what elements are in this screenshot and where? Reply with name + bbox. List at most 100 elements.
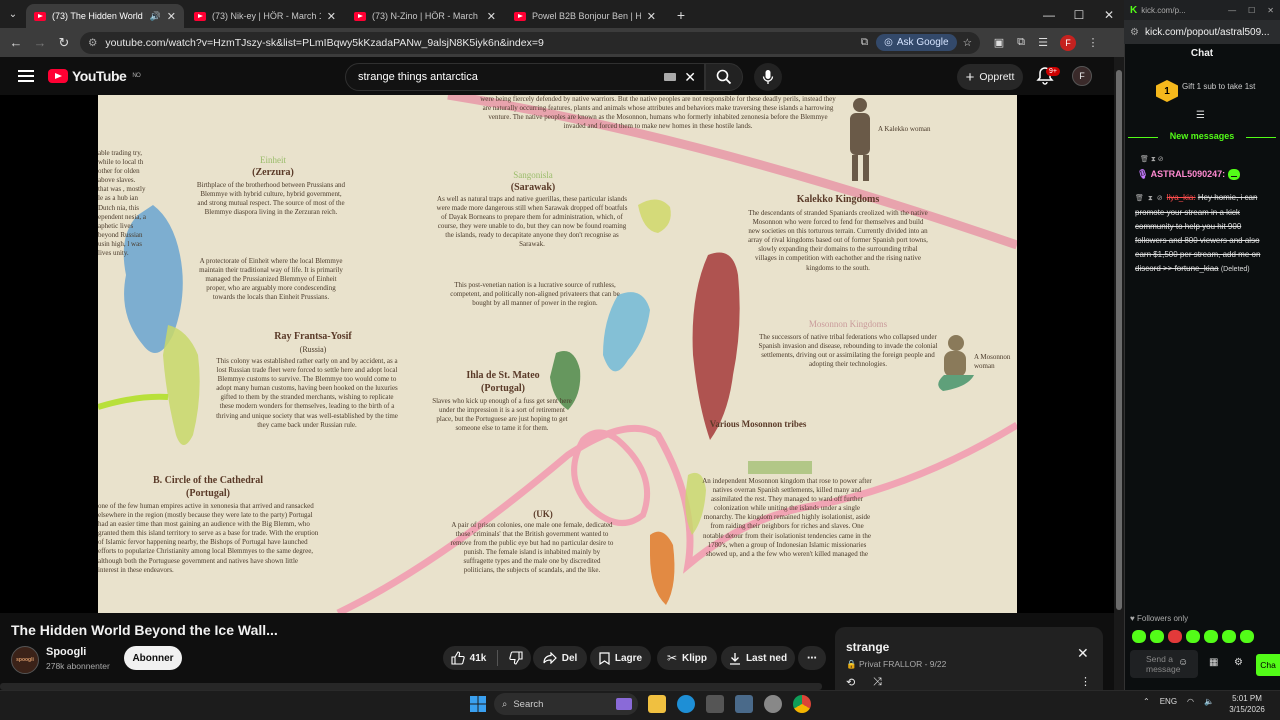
close-tab-icon[interactable]: ✕ [647, 10, 656, 23]
delete-icon[interactable]: 🗑 [1140, 156, 1149, 163]
chat-username[interactable]: ASTRAL5090247: [1151, 169, 1226, 179]
keyboard-icon[interactable] [664, 73, 677, 81]
tab-strip: ⌄ (73) The Hidden World Beyo🔊✕ (73) Nik-… [0, 0, 1124, 28]
back-icon[interactable]: ← [4, 35, 28, 50]
emote-icon[interactable] [1150, 630, 1164, 643]
ban-icon[interactable]: ⊘ [1158, 156, 1164, 163]
windows-start-icon[interactable] [470, 696, 486, 712]
browser-tab-1[interactable]: (73) The Hidden World Beyo🔊✕ [26, 4, 184, 28]
edge-browser-icon[interactable] [677, 695, 695, 713]
site-settings-icon[interactable]: ⚙ [1130, 27, 1139, 38]
ask-google-button[interactable]: ◎ Ask Google [876, 34, 957, 51]
share-button[interactable]: Del [533, 646, 587, 670]
loop-icon[interactable]: ⟲ [846, 676, 855, 689]
address-bar[interactable]: ⚙ youtube.com/watch?v=HzmTJszy-sk&list=P… [80, 31, 980, 54]
description-box-edge[interactable] [0, 683, 822, 690]
hamburger-menu-icon[interactable] [18, 67, 34, 85]
subscribe-button[interactable]: Abonner [124, 646, 182, 670]
delete-icon[interactable]: 🗑 [1135, 195, 1144, 202]
profile-avatar[interactable]: F [1060, 34, 1076, 51]
timeout-icon[interactable]: ⧗ [1148, 195, 1153, 202]
language-indicator[interactable]: ENG [1160, 697, 1177, 706]
minimize-button[interactable]: — [1034, 2, 1064, 28]
create-button[interactable]: + Opprett [957, 64, 1023, 90]
close-tab-icon[interactable]: ✕ [487, 10, 496, 23]
browser-toolbar: ← → ↻ ⚙ youtube.com/watch?v=HzmTJszy-sk&… [0, 28, 1124, 57]
tab-list-button[interactable]: ⌄ [0, 2, 26, 28]
shuffle-icon[interactable]: ⤨ [873, 676, 882, 689]
emote-icon[interactable] [1168, 630, 1182, 643]
app-icon[interactable] [764, 695, 782, 713]
more-actions-button[interactable]: ⋯ [798, 646, 826, 670]
map-paragraph-east: An independent Mosonnon kingdom that ros… [702, 477, 872, 558]
chat-calendar-icon[interactable]: ▦ [1209, 657, 1218, 668]
kick-maximize-button[interactable]: ☐ [1248, 6, 1255, 15]
channel-avatar[interactable]: spoogli [11, 646, 39, 674]
emote-icon[interactable] [1222, 630, 1236, 643]
account-avatar[interactable]: F [1072, 66, 1092, 86]
thumbs-down-icon [509, 651, 523, 665]
forward-icon[interactable]: → [28, 35, 52, 50]
close-window-button[interactable]: ✕ [1094, 2, 1124, 28]
video-title: The Hidden World Beyond the Ice Wall... [11, 622, 278, 638]
wifi-icon[interactable]: ◠ [1187, 697, 1194, 706]
tab-search-icon[interactable]: ▣ [988, 36, 1010, 49]
voice-search-button[interactable] [754, 63, 782, 91]
playlist-menu-icon[interactable]: ⋮ [1080, 675, 1091, 688]
taskbar-search[interactable]: ⌕ Search [494, 693, 638, 715]
emote-icon[interactable] [1186, 630, 1200, 643]
clip-button[interactable]: ✂ Klipp [657, 646, 717, 670]
ban-icon[interactable]: ⊘ [1157, 195, 1163, 202]
browser-tab-3[interactable]: (73) N-Zino | HÖR - March 16 /✕ [346, 4, 504, 28]
file-explorer-icon[interactable] [648, 695, 666, 713]
install-icon[interactable]: ⧉ [861, 36, 869, 49]
reload-icon[interactable]: ↻ [52, 35, 76, 51]
lock-icon: 🔒 [846, 659, 859, 669]
volume-icon[interactable]: 🔈 [1204, 697, 1214, 706]
close-playlist-icon[interactable]: ✕ [1077, 645, 1089, 662]
reading-list-icon[interactable]: ☰ [1032, 36, 1054, 49]
like-button[interactable]: 41k [451, 651, 486, 665]
browser-tab-2[interactable]: (73) Nik-ey | HÖR - March 16 /✕ [186, 4, 344, 28]
chrome-menu-icon[interactable]: ⋮ [1082, 36, 1104, 49]
new-tab-button[interactable]: + [666, 2, 696, 28]
tray-overflow-icon[interactable]: ⌃ [1143, 697, 1150, 706]
taskbar-clock[interactable]: 5:01 PM 3/15/2026 [1225, 693, 1269, 715]
kick-minimize-button[interactable]: — [1228, 6, 1236, 15]
search-input[interactable]: strange things antarctica ✕ [345, 63, 705, 91]
dislike-button[interactable] [509, 651, 523, 665]
bookmark-star-icon[interactable]: ☆ [963, 37, 972, 49]
chat-emote-picker-icon[interactable]: ☺ [1178, 657, 1188, 668]
chat-username[interactable]: liya_kia: [1167, 193, 1196, 202]
chat-send-button[interactable]: Cha [1256, 654, 1280, 676]
youtube-logo[interactable]: YouTube NO [48, 68, 141, 84]
emote-icon[interactable] [1240, 630, 1254, 643]
kick-close-button[interactable]: ✕ [1267, 6, 1274, 15]
extensions-icon[interactable]: ⧉ [1010, 36, 1032, 49]
close-tab-icon[interactable]: ✕ [167, 10, 176, 23]
page-scrollbar-thumb[interactable] [1116, 70, 1122, 610]
site-info-icon[interactable]: ⚙ [88, 37, 97, 49]
channel-name[interactable]: Spoogli [46, 646, 86, 658]
map-paragraph-sarawak: As well as natural traps and native guer… [436, 195, 628, 249]
kick-address-bar[interactable]: ⚙ kick.com/popout/astral509... [1124, 20, 1280, 44]
speaker-icon[interactable]: 🔊 [150, 11, 161, 22]
chat-settings-icon[interactable]: ⚙ [1234, 657, 1243, 668]
emote-icon[interactable] [1132, 630, 1146, 643]
emote-icon[interactable] [1204, 630, 1218, 643]
timeout-icon[interactable]: ⧗ [1151, 156, 1156, 163]
maximize-button[interactable]: ☐ [1064, 2, 1094, 28]
save-button[interactable]: Lagre [590, 646, 651, 670]
search-button[interactable] [705, 63, 743, 91]
app-icon[interactable] [706, 695, 724, 713]
playlist-title[interactable]: strange [846, 640, 889, 654]
browser-tab-4[interactable]: Powel B2B Bonjour Ben | HÖR✕ [506, 4, 664, 28]
snipping-tool-icon[interactable] [735, 695, 753, 713]
map-paragraph-top: were being fiercely defended by native w… [480, 95, 836, 131]
clear-search-icon[interactable]: ✕ [684, 69, 696, 86]
like-dislike-group: 41k [443, 646, 531, 670]
pinned-divider-icon[interactable]: ☰ [1196, 110, 1205, 121]
close-tab-icon[interactable]: ✕ [327, 10, 336, 23]
download-button[interactable]: Last ned [721, 646, 795, 670]
chrome-icon[interactable] [793, 695, 811, 713]
